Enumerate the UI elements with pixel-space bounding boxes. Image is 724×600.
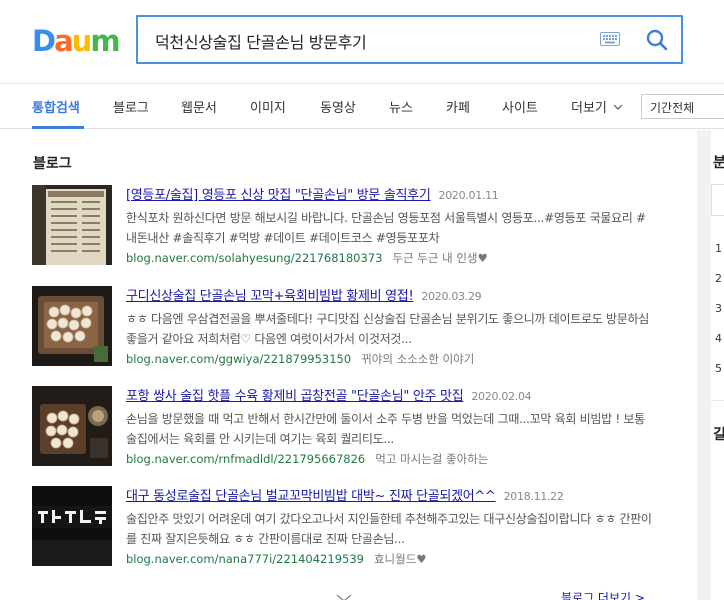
search-icon[interactable] <box>645 28 669 52</box>
blog-result: [영등포/술집] 영등포 신상 맛집 "단골손님" 방문 솔직후기 2020.01… <box>32 185 652 267</box>
thumbnail-food-bowl[interactable] <box>32 386 112 466</box>
result-title-link[interactable]: [영등포/술집] 영등포 신상 맛집 "단골손님" 방문 솔직후기 <box>126 188 431 203</box>
tab-video[interactable]: 동영상 <box>320 97 356 116</box>
tab-blog[interactable]: 블로그 <box>113 97 149 116</box>
column-divider <box>697 130 711 600</box>
rank-number: 1 <box>715 242 722 255</box>
rank-number: 3 <box>715 302 722 315</box>
tab-news[interactable]: 뉴스 <box>389 97 413 116</box>
result-title[interactable]: 대구 동성로술집 단골손님 벌교꼬막비빔밥 대박~ 진짜 단골되겠어^^ 2018… <box>126 485 564 504</box>
result-meta: blog.naver.com/solahyesung/221768180373 두… <box>126 250 488 266</box>
result-url[interactable]: blog.naver.com/solahyesung/221768180373 <box>126 251 382 265</box>
result-title-link[interactable]: 구디신상술집 단골손님 꼬막+육회비빔밥 황제비 영접! <box>126 289 414 304</box>
thumbnail-menu-board[interactable] <box>32 185 112 265</box>
rank-number: 5 <box>715 362 722 375</box>
logo-letter: u <box>71 24 93 58</box>
blog-more-link[interactable]: 블로그 더보기 > <box>561 589 645 600</box>
result-author[interactable]: 두근 두근 내 인생♥ <box>392 251 487 265</box>
result-url[interactable]: blog.naver.com/ggwiya/221879953150 <box>126 352 351 366</box>
result-author[interactable]: 뀌야의 소소소한 이야기 <box>361 352 474 366</box>
result-title-link[interactable]: 포항 쌍사 술집 핫플 수육 황제비 곱창전골 "단골손님" 안주 맛집 <box>126 389 464 404</box>
result-url[interactable]: blog.naver.com/rnfmadldl/221795667826 <box>126 452 365 466</box>
right-sidebar-heading-2: 길 <box>713 427 724 443</box>
result-snippet: ㅎㅎ 다음엔 우삼겹전골을 뿌셔줄테다! 구디맛집 신상술집 단골손님 분위기도… <box>126 312 649 346</box>
result-date: 2020.03.29 <box>421 290 482 303</box>
active-tab-indicator <box>32 126 84 129</box>
result-date: 2020.02.04 <box>471 390 532 403</box>
daum-logo[interactable]: D a u m <box>32 22 121 58</box>
tab-site[interactable]: 사이트 <box>502 97 538 116</box>
more-tab-label: 더보기 <box>571 101 607 116</box>
result-snippet: 한식포차 원하신다면 방문 해보시길 바랍니다. 단골손님 영등포점 서울특별시… <box>126 211 646 245</box>
result-author[interactable]: 효니월드♥ <box>374 552 427 566</box>
blog-result: 포항 쌍사 술집 핫플 수육 황제비 곱창전골 "단골손님" 안주 맛집 2020… <box>32 386 652 468</box>
blog-result: 구디신상술집 단골손님 꼬막+육회비빔밥 황제비 영접! 2020.03.29 ㅎ… <box>32 286 652 368</box>
keyboard-icon[interactable] <box>600 32 620 46</box>
thumbnail-food-tray[interactable] <box>32 286 112 366</box>
result-date: 2020.01.11 <box>438 189 499 202</box>
logo-letter: D <box>32 24 56 58</box>
result-author[interactable]: 먹고 마시는걸 좋아하는 <box>375 452 488 466</box>
search-tabs: 통합검색 블로그 웹문서 이미지 동영상 뉴스 카페 사이트 더보기 기간전체 <box>0 84 724 129</box>
right-sidebar-box <box>711 184 724 216</box>
blog-result: 대구 동성로술집 단골손님 벌교꼬막비빔밥 대박~ 진짜 단골되겠어^^ 2018… <box>32 486 652 568</box>
result-meta: blog.naver.com/ggwiya/221879953150 뀌야의 소소… <box>126 351 474 367</box>
right-sidebar-separator <box>711 400 724 401</box>
result-snippet: 술집안주 맛있기 어려운데 여기 갔다오고나서 지인들한테 추천해주고있는 대구… <box>126 512 652 546</box>
result-meta: blog.naver.com/rnfmadldl/221795667826 먹고 … <box>126 451 488 467</box>
tab-image[interactable]: 이미지 <box>250 97 286 116</box>
tab-cafe[interactable]: 카페 <box>446 97 470 116</box>
rank-number: 4 <box>715 332 722 345</box>
logo-letter: a <box>54 24 74 58</box>
thumbnail-storefront-sign[interactable] <box>32 486 112 566</box>
expand-chevron-icon[interactable] <box>336 594 352 600</box>
search-query[interactable]: 덕천신상술집 단골손님 방문후기 <box>155 29 367 53</box>
right-sidebar-heading: 분 <box>713 155 724 171</box>
header: D a u m 덕천신상술집 단골손님 방문후기 <box>0 0 724 84</box>
logo-letter: m <box>90 24 120 58</box>
result-url[interactable]: blog.naver.com/nana777i/221404219539 <box>126 552 364 566</box>
result-meta: blog.naver.com/nana777i/221404219539 효니월드… <box>126 551 427 567</box>
result-title[interactable]: [영등포/술집] 영등포 신상 맛집 "단골손님" 방문 솔직후기 2020.01… <box>126 184 499 203</box>
search-input[interactable]: 덕천신상술집 단골손님 방문후기 <box>136 15 683 64</box>
rank-number: 2 <box>715 272 722 285</box>
section-title: 블로그 <box>33 156 72 172</box>
period-select[interactable]: 기간전체 <box>641 94 724 119</box>
result-title[interactable]: 구디신상술집 단골손님 꼬막+육회비빔밥 황제비 영접! 2020.03.29 <box>126 285 482 304</box>
result-title-link[interactable]: 대구 동성로술집 단골손님 벌교꼬막비빔밥 대박~ 진짜 단골되겠어^^ <box>126 489 496 504</box>
result-title[interactable]: 포항 쌍사 술집 핫플 수육 황제비 곱창전골 "단골손님" 안주 맛집 2020… <box>126 385 532 404</box>
tab-web[interactable]: 웹문서 <box>181 97 217 116</box>
more-tab[interactable]: 더보기 <box>571 97 623 116</box>
chevron-down-icon <box>613 104 623 110</box>
tab-all[interactable]: 통합검색 <box>32 97 80 116</box>
result-date: 2018.11.22 <box>503 490 564 503</box>
result-snippet: 손님을 방문했을 때 먹고 반해서 한시간만에 둘이서 소주 두병 반을 먹었는… <box>126 412 645 446</box>
